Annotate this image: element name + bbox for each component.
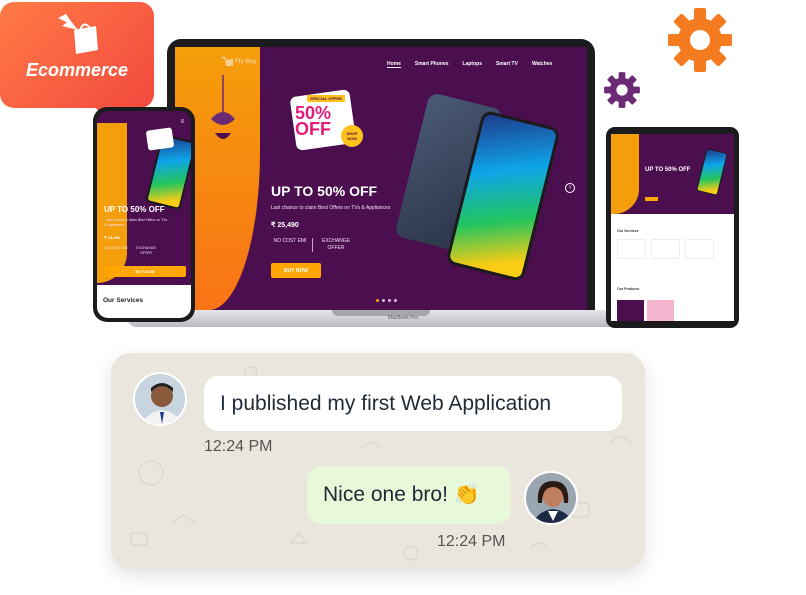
nav-laptops[interactable]: Laptops: [463, 61, 482, 68]
carousel-next-button[interactable]: ›: [565, 183, 575, 193]
brand-name[interactable]: Fly Buy: [235, 59, 257, 65]
offer-discount: 50% OFF: [295, 103, 332, 139]
mobile-orange-panel: [97, 123, 127, 283]
ecommerce-badge: Ecommerce: [0, 2, 154, 120]
tablet-hero-phone: [696, 147, 728, 197]
menu-icon[interactable]: ≡: [180, 119, 184, 125]
nav-watches[interactable]: Watches: [532, 61, 552, 68]
hero-subtitle: Last chance to claim Best Offers on TVs …: [271, 205, 391, 211]
ecommerce-label: Ecommerce: [25, 60, 129, 80]
tablet-products-title: Our Products: [617, 287, 640, 291]
carousel-dot[interactable]: [388, 299, 391, 302]
mobile-mockup: ≡ UP TO 50% OFF ...ast chance to claim B…: [93, 107, 195, 322]
mobile-hero-price: ₹ 25,490: [104, 235, 120, 240]
receiver-avatar[interactable]: [524, 471, 578, 525]
feature-emi: NO COST EMI: [273, 238, 307, 244]
feature-divider: [312, 238, 313, 252]
hero-price: ₹ 25,490: [271, 222, 299, 229]
mobile-feature-exchange: EXCHANGE OFFER: [136, 246, 156, 255]
incoming-message-time: 12:24 PM: [204, 438, 273, 455]
outgoing-message-time: 12:24 PM: [437, 533, 506, 550]
incoming-message: I published my first Web Application: [204, 376, 622, 431]
mobile-screen: ≡ UP TO 50% OFF ...ast chance to claim B…: [97, 111, 191, 318]
feature-exchange: EXCHANGE OFFER: [321, 238, 351, 251]
tablet-buy-now-button[interactable]: [645, 197, 658, 201]
nav-home[interactable]: Home: [387, 61, 401, 68]
mobile-services-title: Our Services: [103, 297, 144, 304]
nav-smart-phones[interactable]: Smart Phones: [415, 61, 449, 68]
offer-sticker: SPECIAL OFFER 50% OFF SHOP NOW: [287, 87, 363, 153]
laptop-navbar: Fly Buy Home Smart Phones Laptops Smart …: [175, 47, 587, 77]
tablet-services-title: Our Services: [617, 229, 639, 233]
tablet-product-card[interactable]: [617, 300, 644, 321]
laptop-mockup: Fly Buy Home Smart Phones Laptops Smart …: [167, 39, 595, 310]
mobile-hero-subtitle: ...ast chance to claim Best Offers on TV…: [104, 218, 168, 227]
nav-smart-tv[interactable]: Smart TV: [496, 61, 518, 68]
tablet-service-card[interactable]: [685, 239, 714, 259]
special-offer-tag: SPECIAL OFFER: [307, 95, 345, 102]
tablet-hero-title: UP TO 50% OFF: [645, 167, 691, 173]
carousel-dot[interactable]: [376, 299, 379, 302]
outgoing-message: Nice one bro! 👏: [307, 466, 511, 524]
laptop-menu: Home Smart Phones Laptops Smart TV Watch…: [387, 61, 552, 68]
carousel-dot[interactable]: [394, 299, 397, 302]
laptop-screen: Fly Buy Home Smart Phones Laptops Smart …: [175, 47, 587, 310]
carousel-dots: [376, 299, 397, 302]
chat-window: I published my first Web Application 12:…: [111, 353, 645, 569]
mobile-hero-title: UP TO 50% OFF: [104, 205, 165, 214]
flying-bag-icon: [58, 14, 98, 54]
tablet-mockup: UP TO 50% OFF Our Services Our Products: [606, 127, 739, 328]
sender-avatar[interactable]: [133, 372, 187, 426]
tablet-hero: UP TO 50% OFF: [611, 134, 734, 214]
shop-now-sticker[interactable]: SHOP NOW: [341, 125, 363, 147]
carousel-dot[interactable]: [382, 299, 385, 302]
tablet-screen: UP TO 50% OFF Our Services Our Products: [611, 134, 734, 321]
mobile-feature-emi: NO COST EMI: [104, 246, 128, 250]
tablet-service-card[interactable]: [617, 239, 646, 259]
tablet-service-card[interactable]: [651, 239, 680, 259]
tablet-product-card[interactable]: [647, 300, 674, 321]
brand-logo-icon: [221, 56, 233, 66]
small-gear-icon: [604, 72, 640, 108]
lantern-icon: [211, 75, 235, 139]
mobile-buy-now-button[interactable]: BUY NOW: [104, 266, 186, 277]
buy-now-button[interactable]: BUY NOW: [271, 263, 321, 278]
mobile-offer-sticker: [145, 127, 175, 151]
gear-icon: [668, 8, 732, 72]
hero-title: UP TO 50% OFF: [271, 183, 378, 199]
